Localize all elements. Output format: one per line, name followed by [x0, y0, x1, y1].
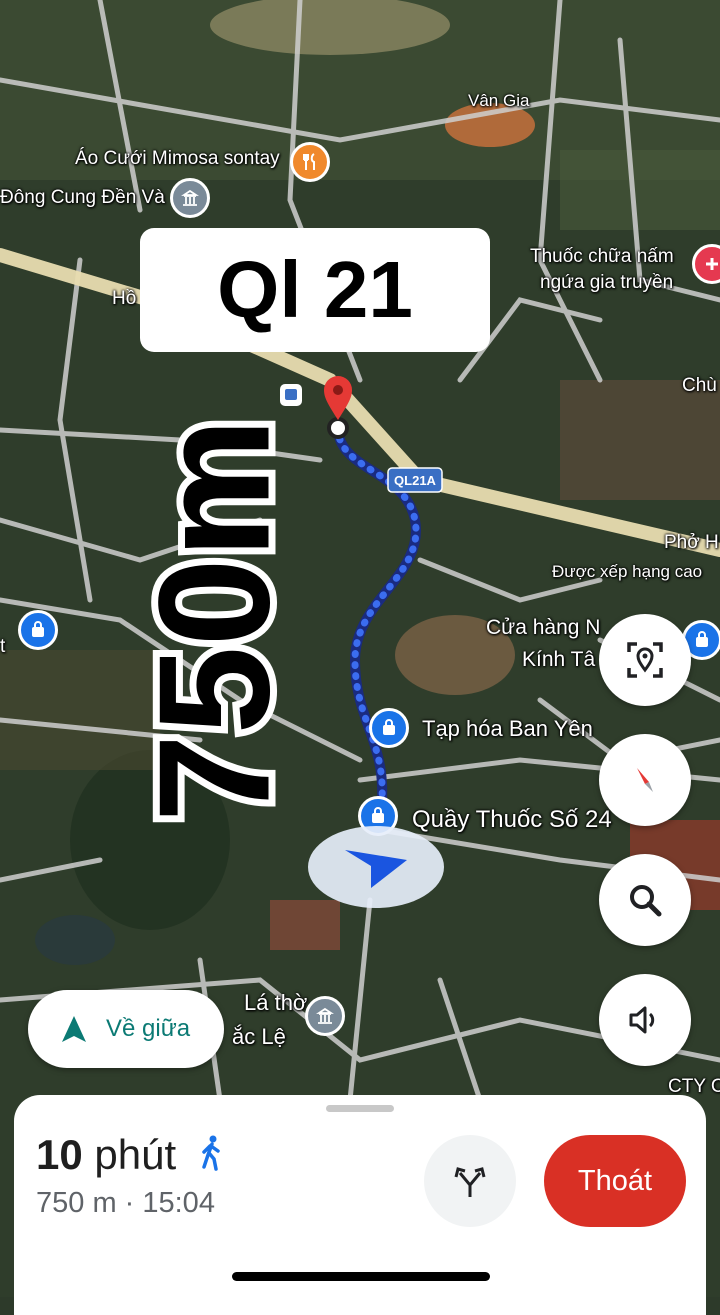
home-indicator[interactable]	[232, 1272, 490, 1281]
eta-number: 10	[36, 1131, 83, 1178]
map-label-quay-thuoc: Quầy Thuốc Số 24	[412, 806, 612, 833]
map-label-dong-cung: Đông Cung Đền Và	[0, 187, 165, 208]
road-badge-ql21a: QL21A	[394, 473, 437, 488]
map-label-duoc-xep: Được xếp hạng cao	[552, 562, 703, 581]
compass-icon	[637, 768, 653, 792]
navigation-arrow-icon	[62, 1016, 86, 1042]
distance-overlay: 750m	[120, 411, 310, 829]
sheet-drag-handle[interactable]	[326, 1105, 394, 1112]
map-label-ngua-gia: ngứa gia truyền	[540, 272, 674, 293]
road-name-overlay: Ql 21	[140, 228, 490, 352]
shop-poi-icon[interactable]	[18, 610, 58, 650]
route-options-button[interactable]	[424, 1135, 516, 1227]
map-label-pho: Phở H	[664, 532, 719, 553]
map-label-la-tho: Lá thờ	[244, 990, 308, 1015]
volume-button[interactable]	[599, 974, 691, 1066]
eta-unit: phút	[94, 1131, 177, 1178]
map-label-lac-le: ắc Lệ	[232, 1024, 286, 1049]
location-scan-button[interactable]	[599, 614, 691, 706]
walking-icon	[202, 1135, 220, 1171]
eta-distance-arrival: 750 m · 15:04	[36, 1187, 215, 1219]
recenter-button[interactable]: Về giữa	[28, 990, 224, 1068]
route-options-icon	[454, 1167, 486, 1197]
current-location-arrow-icon	[308, 826, 444, 908]
location-scan-icon	[627, 642, 663, 678]
exit-button[interactable]: Thoát	[544, 1135, 686, 1227]
map-label-ho: Hồ	[112, 288, 137, 309]
map-label-kinh-ta: Kính Tâ	[522, 648, 596, 671]
shop-poi-icon[interactable]	[369, 708, 409, 748]
eta-duration: 10 phút	[36, 1131, 224, 1179]
search-button[interactable]	[599, 854, 691, 946]
recenter-label: Về giữa	[106, 1015, 191, 1042]
trip-summary-sheet[interactable]: 10 phút 750 m · 15:04 Thoát	[14, 1095, 706, 1315]
map-label-chu: Chù	[682, 375, 717, 396]
search-icon	[630, 885, 662, 917]
compass-button[interactable]	[599, 734, 691, 826]
map-label-cua-hang: Cửa hàng N	[486, 616, 601, 639]
map-label-van-gia: Vân Gia	[468, 91, 530, 110]
map-label-ao-cuoi: Áo Cưới Mimosa sontay	[75, 148, 280, 169]
map-label-thuoc-chua: Thuốc chữa nấm	[530, 246, 674, 267]
map-label-tap-hoa: Tạp hóa Ban Yên	[422, 716, 593, 741]
restaurant-poi-icon[interactable]	[290, 142, 330, 182]
volume-icon	[629, 1006, 655, 1034]
map-label-left-t: t	[0, 636, 6, 657]
temple-poi-icon[interactable]	[170, 178, 210, 218]
temple-poi-icon[interactable]	[305, 996, 345, 1036]
